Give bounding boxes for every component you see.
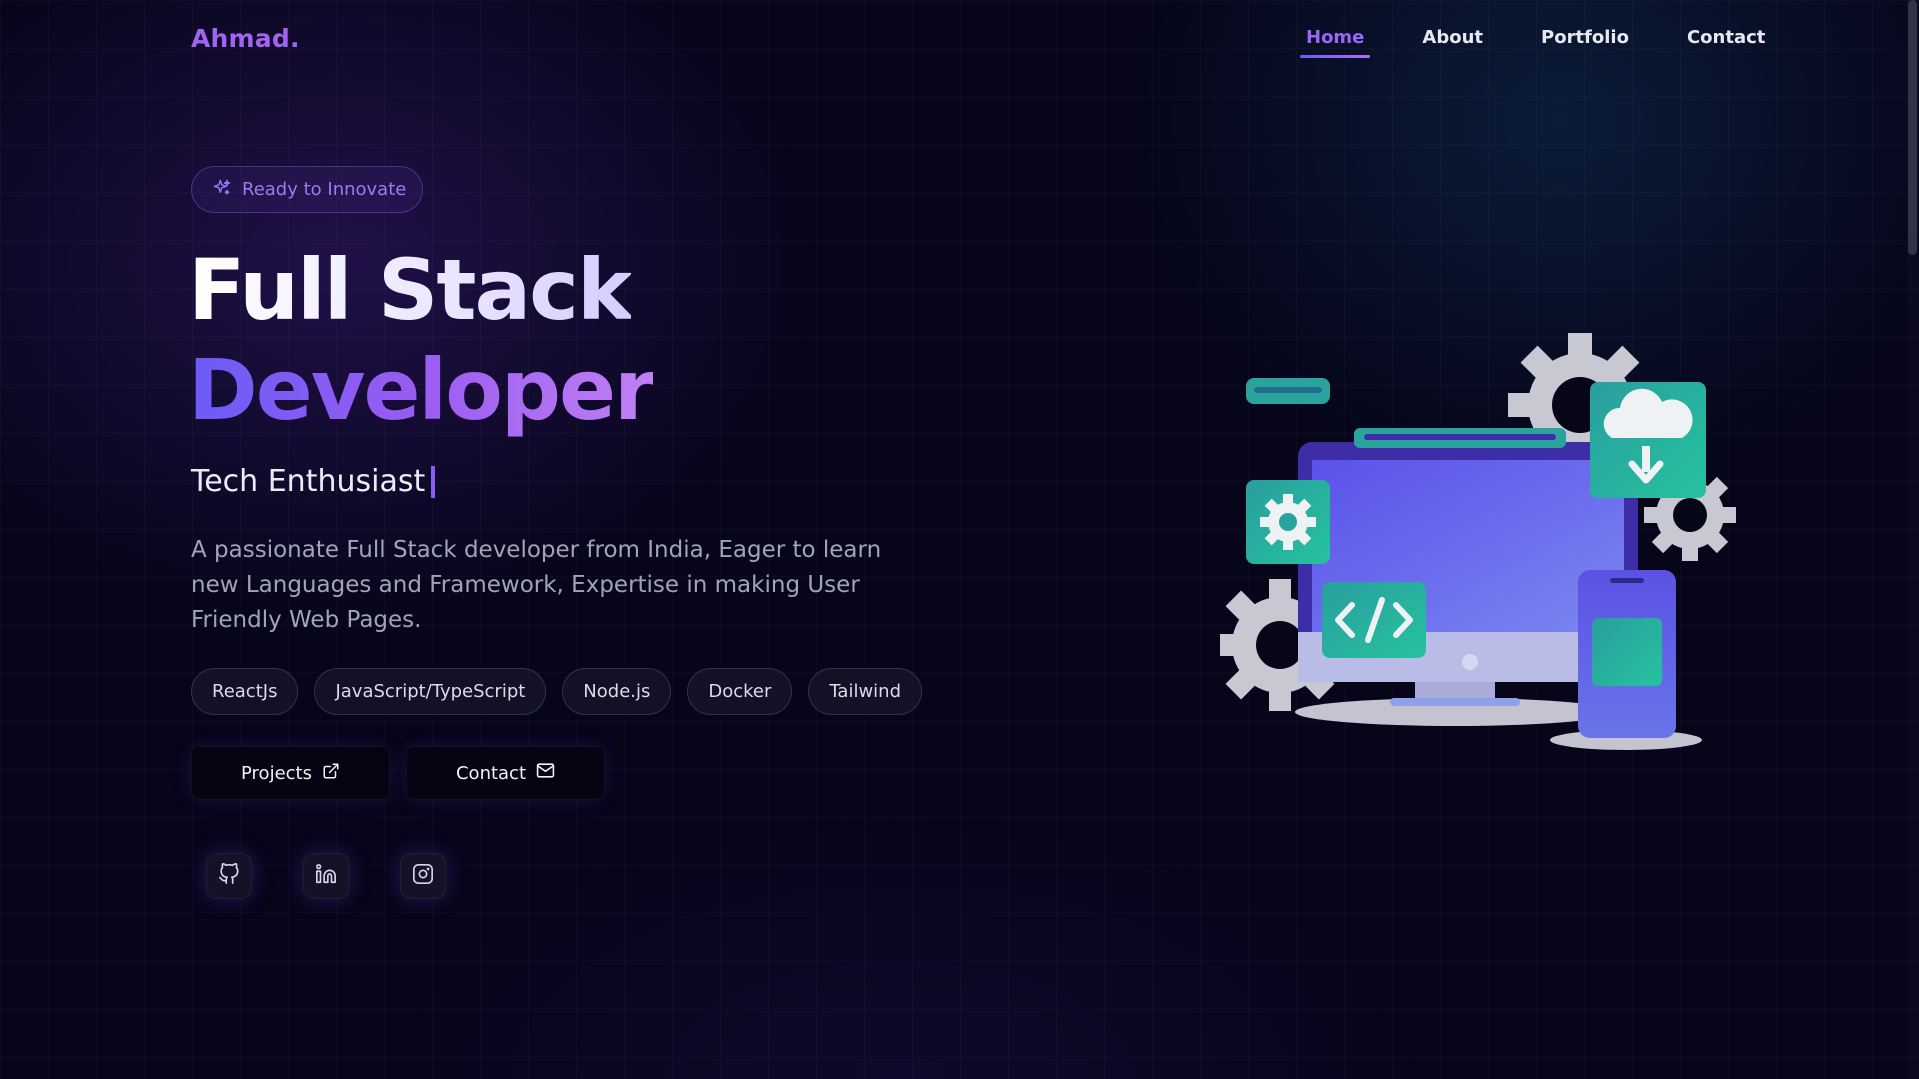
- github-link[interactable]: [206, 853, 252, 899]
- chip-tailwind: Tailwind: [808, 668, 923, 715]
- external-link-icon: [322, 762, 340, 785]
- hero-title-line1: Full Stack: [188, 241, 633, 339]
- contact-button-label: Contact: [455, 762, 527, 784]
- developer-illustration: [1220, 333, 1736, 750]
- instagram-icon: [412, 863, 434, 889]
- nav-item-contact[interactable]: Contact: [1681, 27, 1771, 58]
- ready-badge: Ready to Innovate: [191, 166, 423, 213]
- subtitle-text: Tech Enthusiast: [191, 464, 426, 499]
- chip-javascript-typescript: JavaScript/TypeScript: [314, 668, 547, 715]
- instagram-link[interactable]: [400, 853, 446, 899]
- social-links: [206, 853, 446, 899]
- logo[interactable]: Ahmad.: [191, 24, 300, 53]
- typing-caret: [431, 465, 436, 498]
- cloud-download-card: [1590, 382, 1706, 498]
- hero-description: A passionate Full Stack developer from I…: [191, 537, 882, 633]
- hero-title-line2: Developer: [188, 341, 655, 439]
- linkedin-icon: [315, 863, 337, 889]
- projects-button[interactable]: Projects: [191, 746, 390, 800]
- scrollbar-thumb[interactable]: [1908, 0, 1917, 255]
- cta-buttons: Projects Contact: [191, 746, 605, 800]
- badge-label: Ready to Innovate: [242, 179, 407, 200]
- sparkles-icon: [212, 178, 232, 202]
- contact-button[interactable]: Contact: [406, 746, 605, 800]
- nav-item-portfolio[interactable]: Portfolio: [1535, 27, 1635, 58]
- mail-icon: [536, 761, 555, 785]
- chip-docker: Docker: [687, 668, 793, 715]
- nav-item-about[interactable]: About: [1416, 27, 1489, 58]
- scrollbar[interactable]: [1907, 0, 1919, 1079]
- linkedin-link[interactable]: [303, 853, 349, 899]
- settings-card: [1246, 480, 1330, 564]
- projects-button-label: Projects: [241, 762, 312, 784]
- chip-nodejs: Node.js: [562, 668, 672, 715]
- nav-item-home[interactable]: Home: [1300, 27, 1371, 58]
- hero-subtitle: Tech Enthusiast: [191, 464, 436, 499]
- page: Ahmad. Home About Portfolio Contact Read…: [0, 0, 1919, 1079]
- tech-chips: ReactJs JavaScript/TypeScript Node.js Do…: [191, 668, 923, 715]
- top-nav: Home About Portfolio Contact: [1300, 27, 1771, 58]
- code-card: [1322, 582, 1426, 658]
- chip-reactjs: ReactJs: [191, 668, 299, 715]
- github-icon: [218, 863, 240, 889]
